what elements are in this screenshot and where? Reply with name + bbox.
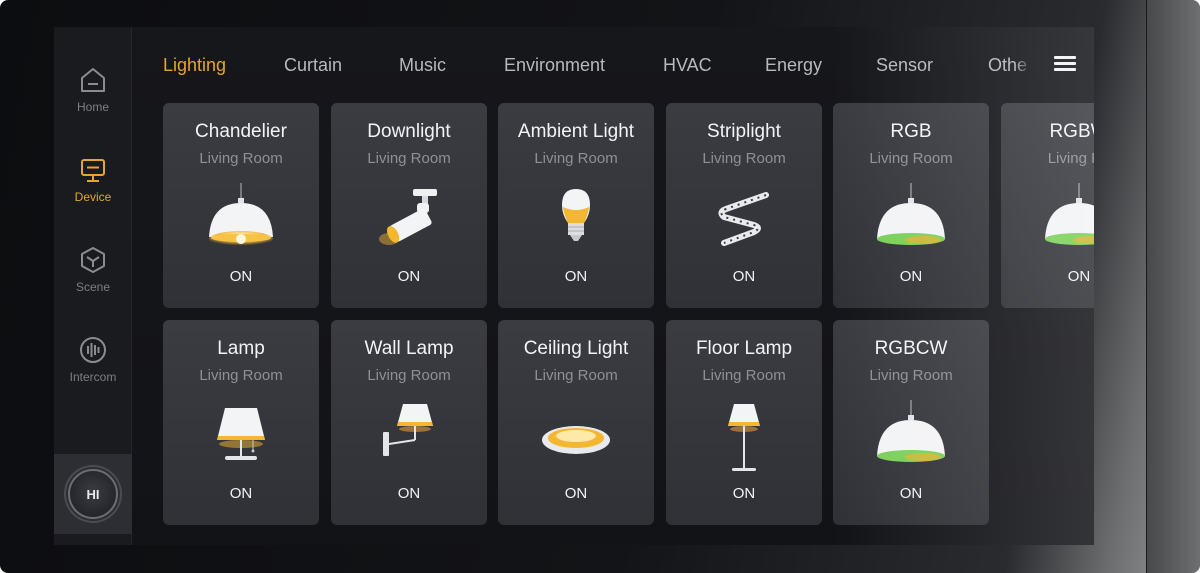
- device-card-floor-lamp[interactable]: Floor Lamp Living Room ON: [666, 320, 822, 525]
- device-name: RGBW: [1049, 121, 1094, 142]
- device-room: Living Room: [869, 367, 953, 384]
- device-name: Lamp: [217, 338, 265, 359]
- device-state: ON: [229, 485, 253, 502]
- device-state: ON: [1067, 268, 1091, 285]
- tab-energy[interactable]: Energy: [765, 55, 822, 76]
- sidebar: Home Device Scene Intercom HI: [54, 27, 132, 545]
- device-card-rgbcw[interactable]: RGBCW Living Room ON: [833, 320, 989, 525]
- device-room: Living Room: [534, 150, 618, 167]
- device-state: ON: [564, 268, 588, 285]
- device-name: Floor Lamp: [695, 338, 793, 359]
- sidebar-item-device[interactable]: Device: [54, 155, 132, 227]
- sidebar-item-label: Device: [74, 190, 112, 204]
- device-room: Living Room: [702, 150, 786, 167]
- device-card-rgb[interactable]: RGB Living Room ON: [833, 103, 989, 308]
- sidebar-item-label: Intercom: [69, 370, 117, 384]
- device-name: RGBCW: [874, 338, 948, 359]
- touch-screen: Home Device Scene Intercom HI Lighting C…: [54, 27, 1094, 545]
- spotlight-icon: [379, 189, 437, 245]
- device-room: Living Room: [869, 150, 953, 167]
- wall-lamp-icon: [383, 404, 433, 456]
- intercom-icon: [80, 337, 106, 363]
- device-card-chandelier[interactable]: Chandelier Living Room ON: [163, 103, 319, 308]
- floor-lamp-icon: [728, 404, 760, 471]
- tab-music[interactable]: Music: [399, 55, 446, 76]
- device-state: ON: [899, 485, 923, 502]
- sidebar-item-home[interactable]: Home: [54, 65, 132, 137]
- tab-sensor[interactable]: Sensor: [876, 55, 933, 76]
- tab-curtain[interactable]: Curtain: [284, 55, 342, 76]
- device-name: Wall Lamp: [364, 338, 454, 359]
- tab-hvac[interactable]: HVAC: [663, 55, 712, 76]
- voice-assistant-button[interactable]: HI: [68, 469, 118, 519]
- sidebar-item-intercom[interactable]: Intercom: [54, 335, 132, 407]
- bulb-icon: [562, 189, 590, 241]
- rgbw-pendant-icon: [1045, 183, 1094, 245]
- device-state: ON: [564, 485, 588, 502]
- pendant-lamp-icon: [209, 183, 273, 247]
- device-name: RGB: [890, 121, 932, 142]
- voice-assistant-panel: HI: [54, 454, 132, 534]
- device-name: Striplight: [707, 121, 781, 142]
- monitor-icon: [81, 159, 105, 182]
- device-name: Ceiling Light: [523, 338, 629, 359]
- device-room: Living Room: [199, 150, 283, 167]
- device-card-ambient-light[interactable]: Ambient Light Living Room ON: [498, 103, 654, 308]
- device-name: Ambient Light: [517, 121, 635, 142]
- tab-lighting[interactable]: Lighting: [163, 55, 226, 76]
- device-name: Chandelier: [195, 121, 287, 142]
- device-state: ON: [899, 268, 923, 285]
- device-card-rgbw[interactable]: RGBW Living Ro ON: [1001, 103, 1094, 308]
- ceiling-light-icon: [542, 426, 610, 454]
- device-card-downlight[interactable]: Downlight Living Room ON: [331, 103, 487, 308]
- device-state: ON: [732, 268, 756, 285]
- device-room: Living Room: [702, 367, 786, 384]
- device-room: Living Ro: [1047, 150, 1094, 167]
- home-icon: [81, 68, 105, 92]
- rgb-pendant-icon: [877, 183, 945, 245]
- device-room: Living Room: [199, 367, 283, 384]
- device-state: ON: [732, 485, 756, 502]
- bezel-edge: [1146, 0, 1200, 573]
- device-card-lamp[interactable]: Lamp Living Room ON: [163, 320, 319, 525]
- device-room: Living Room: [367, 367, 451, 384]
- device-room: Living Room: [367, 150, 451, 167]
- device-room: Living Room: [534, 367, 618, 384]
- device-card-striplight[interactable]: Striplight Living Room ON: [666, 103, 822, 308]
- device-card-wall-lamp[interactable]: Wall Lamp Living Room ON: [331, 320, 487, 525]
- device-name: Downlight: [367, 121, 451, 142]
- category-tabs: Lighting Curtain Music Environment HVAC …: [132, 27, 1094, 103]
- sidebar-item-label: Scene: [75, 280, 111, 294]
- tab-environment[interactable]: Environment: [504, 55, 605, 76]
- cube-icon: [81, 247, 105, 273]
- rgbcw-pendant-icon: [877, 400, 945, 462]
- sidebar-item-label: Home: [76, 100, 109, 114]
- hamburger-menu-icon[interactable]: [1052, 53, 1078, 77]
- device-state: ON: [397, 485, 421, 502]
- device-state: ON: [397, 268, 421, 285]
- device-card-ceiling-light[interactable]: Ceiling Light Living Room ON: [498, 320, 654, 525]
- table-lamp-icon: [217, 408, 265, 460]
- device-state: ON: [229, 268, 253, 285]
- sidebar-item-scene[interactable]: Scene: [54, 245, 132, 317]
- led-strip-icon: [718, 192, 769, 246]
